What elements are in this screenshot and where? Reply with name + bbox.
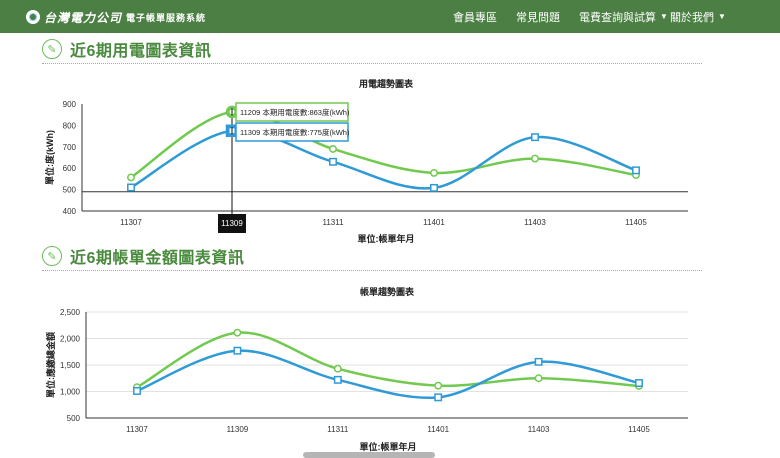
brand-name: 台灣電力公司 [44, 10, 123, 25]
x-tick-label: 11405 [628, 425, 650, 434]
section-title: 近6期用電圖表資訊 [70, 43, 212, 60]
data-point-square[interactable] [534, 357, 543, 366]
taipower-logo-icon [26, 10, 40, 24]
y-tick-label: 1,500 [60, 361, 81, 370]
nav-member-area[interactable]: 會員專區 [453, 0, 497, 33]
nav-label: 電費查詢與試算 [579, 11, 656, 24]
data-point-square[interactable] [632, 166, 640, 175]
series-line [130, 110, 637, 179]
nav-bill-inquiry[interactable]: 電費查詢與試算 ▼ [579, 0, 668, 33]
y-tick-label: 800 [63, 121, 77, 130]
x-tick-label: 11405 [625, 218, 647, 227]
y-axis-label: 單位:應繳總金額 [45, 332, 56, 398]
data-point-circle[interactable] [430, 168, 438, 177]
caret-down-icon: ▼ [660, 12, 668, 21]
x-axis-label: 單位:帳單年月 [360, 441, 417, 452]
caret-down-icon: ▼ [718, 12, 726, 21]
y-tick-label: 900 [63, 100, 77, 109]
nav-faq[interactable]: 常見問題 [516, 0, 560, 33]
section-divider [42, 270, 702, 271]
edit-pencil-icon: ✎ [42, 246, 62, 266]
tooltip-text: 11209 本期用電度數:863度(kWh) [240, 107, 350, 117]
data-point-square[interactable] [531, 133, 539, 142]
x-axis-label: 單位:帳單年月 [358, 233, 415, 244]
tooltip-text: 11309 本期用電度數:775度(kWh) [240, 127, 350, 137]
bill-trend-chart[interactable]: 帳單趨勢圖表 500 1,000 1,500 2,000 2,500 11307 11309 1… [0, 276, 780, 457]
usage-trend-chart[interactable]: 用電趨勢圖表 400 500 600 700 800 900 11307 11311 11401 1… [0, 70, 780, 248]
x-tick-label: 11403 [524, 218, 546, 227]
x-tick-label: 11311 [327, 425, 349, 434]
brand-subtitle: 電子帳單服務系統 [126, 12, 207, 23]
top-navigation-bar: 台灣電力公司 電子帳單服務系統 會員專區 常見問題 電費查詢與試算 ▼ 關於我們… [0, 0, 780, 33]
series-line [136, 331, 640, 389]
data-point-square[interactable] [329, 157, 337, 166]
data-point-square[interactable] [127, 183, 135, 192]
x-tick-label: 11401 [423, 218, 445, 227]
y-tick-label: 500 [63, 186, 77, 195]
x-tick-label: 11403 [528, 425, 550, 434]
y-tick-label: 400 [63, 207, 77, 216]
x-tick-label: 11401 [427, 425, 449, 434]
x-tick-label: 11311 [322, 218, 344, 227]
section-title: 近6期帳單金額圖表資訊 [70, 250, 245, 267]
series-line [136, 349, 640, 400]
data-point-square[interactable] [430, 183, 438, 192]
y-tick-label: 600 [63, 164, 77, 173]
x-tick-label: 11307 [126, 425, 148, 434]
data-point-circle[interactable] [333, 364, 342, 373]
nav-about-us[interactable]: 關於我們 ▼ [670, 0, 726, 33]
x-tick-label: 11309 [227, 425, 249, 434]
nav-label: 常見問題 [516, 11, 560, 24]
y-tick-label: 2,500 [60, 308, 81, 317]
y-tick-label: 2,000 [60, 335, 81, 344]
crosshair-x-label: 11309 [221, 219, 243, 228]
y-tick-label: 500 [67, 414, 81, 423]
data-point-circle[interactable] [531, 154, 539, 163]
data-point-square[interactable] [434, 393, 443, 402]
data-point-square[interactable] [233, 346, 242, 355]
x-tick-label: 11307 [120, 218, 142, 227]
data-point-square[interactable] [635, 379, 643, 387]
y-tick-label: 1,000 [60, 388, 81, 397]
data-point-circle[interactable] [233, 328, 242, 337]
horizontal-scrollbar-thumb[interactable] [303, 452, 435, 458]
data-point-circle[interactable] [534, 374, 543, 383]
data-point-square[interactable] [333, 375, 342, 384]
series-line [130, 129, 637, 190]
section-heading-usage: ✎ 近6期用電圖表資訊 [42, 37, 211, 61]
data-point-circle[interactable] [434, 381, 443, 390]
nav-label: 關於我們 [670, 11, 714, 24]
chart-title: 帳單趨勢圖表 [360, 286, 415, 297]
data-point-circle[interactable] [127, 173, 135, 182]
nav-label: 會員專區 [453, 11, 497, 24]
site-logo[interactable]: 台灣電力公司 電子帳單服務系統 [26, 9, 206, 25]
y-tick-label: 700 [63, 143, 77, 152]
y-axis-label: 單位:度(kWh) [44, 130, 55, 185]
section-heading-bill: ✎ 近6期帳單金額圖表資訊 [42, 244, 244, 268]
edit-pencil-icon: ✎ [42, 39, 62, 59]
data-point-circle[interactable] [329, 144, 337, 153]
data-point-square[interactable] [133, 387, 141, 395]
chart-title: 用電趨勢圖表 [358, 78, 414, 89]
section-divider [42, 63, 702, 64]
